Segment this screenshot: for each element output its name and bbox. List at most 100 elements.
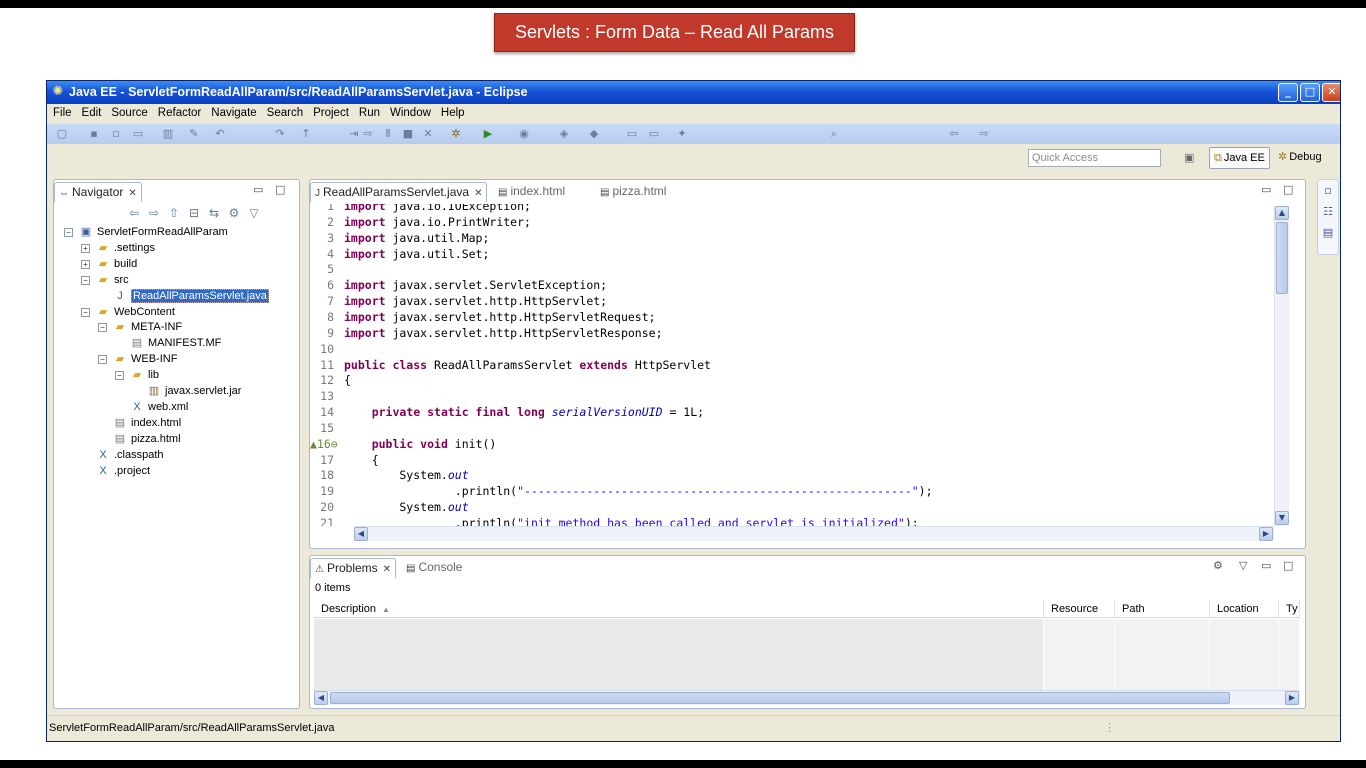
tree-item[interactable]: − ▣ ServletFormReadAllParam: [64, 224, 228, 240]
menu-refactor[interactable]: Refactor: [153, 104, 206, 119]
editor-tab[interactable]: ▤ index.html: [494, 182, 569, 202]
debug-icon[interactable]: ✲: [449, 127, 463, 141]
view-menu-icon[interactable]: ▽: [244, 206, 264, 220]
outline-icon[interactable]: ☷: [1318, 201, 1338, 222]
new-icon[interactable]: ▢: [55, 127, 69, 141]
step-into-icon[interactable]: ⇥: [347, 127, 361, 141]
java-ee-perspective-button[interactable]: ⧉ Java EE: [1209, 147, 1270, 169]
view-options-icon[interactable]: ⚙: [1213, 559, 1223, 572]
scroll-left-arrow[interactable]: ◀: [354, 527, 368, 541]
menu-window[interactable]: Window: [385, 104, 436, 119]
tree-item[interactable]: − ▰ WEB-INF: [98, 351, 177, 367]
minimize-view-icon[interactable]: ▭: [1261, 559, 1271, 572]
menu-navigate[interactable]: Navigate: [206, 104, 261, 119]
collapse-icon[interactable]: −: [98, 323, 107, 333]
open-folder-icon[interactable]: ▭: [625, 127, 639, 141]
view-menu-icon[interactable]: ▽: [1239, 559, 1247, 572]
tab-console[interactable]: ▤ Console: [402, 558, 466, 578]
editor-vertical-scrollbar[interactable]: ▲ ▼: [1274, 206, 1289, 526]
problems-horizontal-scrollbar[interactable]: ◀ ▶: [314, 690, 1300, 705]
tab-navigator[interactable]: ⇔ Navigator ✕: [54, 182, 142, 202]
quick-access-input[interactable]: Quick Access: [1028, 149, 1161, 167]
close-icon[interactable]: ✕: [128, 188, 136, 199]
search-icon[interactable]: ⌕: [827, 127, 841, 141]
maximize-button[interactable]: □: [1300, 83, 1320, 102]
tree-item[interactable]: ▤ MANIFEST.MF: [115, 335, 222, 351]
collapse-all-icon[interactable]: ⊟: [184, 206, 204, 220]
expand-icon[interactable]: +: [81, 243, 90, 253]
run-icon[interactable]: ▶: [481, 127, 495, 141]
tree-item[interactable]: ▤ pizza.html: [98, 431, 181, 447]
tree-item[interactable]: − ▰ src: [81, 272, 129, 288]
editor-horizontal-scrollbar[interactable]: ◀ ▶: [354, 526, 1274, 541]
maximize-view-icon[interactable]: □: [1283, 559, 1293, 572]
open-perspective-icon[interactable]: ▣: [1184, 151, 1198, 165]
scroll-right-arrow[interactable]: ▶: [1285, 691, 1299, 705]
task-list-icon[interactable]: ▤: [1318, 222, 1338, 243]
menu-run[interactable]: Run: [354, 104, 385, 119]
scroll-thumb[interactable]: [1276, 222, 1288, 294]
column-header-ty[interactable]: Ty: [1279, 600, 1300, 618]
close-icon[interactable]: ✕: [383, 564, 391, 575]
scroll-up-arrow[interactable]: ▲: [1275, 206, 1289, 220]
open-folder-2-icon[interactable]: ▭: [647, 127, 661, 141]
terminate-icon[interactable]: ■: [401, 127, 415, 141]
close-icon[interactable]: ✕: [474, 188, 482, 199]
tree-item[interactable]: Xweb.xml: [115, 399, 188, 415]
filter-icon[interactable]: ⚙: [224, 206, 244, 220]
collapse-icon[interactable]: −: [81, 307, 90, 317]
column-header-description[interactable]: Description ▲: [314, 600, 1044, 618]
tree-item[interactable]: − ▰ lib: [115, 367, 159, 383]
back-icon[interactable]: ⇦: [947, 127, 961, 141]
minimize-button[interactable]: _: [1278, 83, 1298, 102]
up-icon[interactable]: ⇧: [164, 206, 184, 220]
tab-problems[interactable]: ⚠ Problems ✕: [310, 558, 397, 578]
tree-item[interactable]: J ReadAllParamsServlet.java: [98, 288, 269, 304]
print-icon[interactable]: ▭: [131, 127, 145, 141]
new-web-project-icon[interactable]: ◆: [587, 127, 601, 141]
prev-annotation-icon[interactable]: ↑: [299, 127, 313, 141]
tree-item[interactable]: ▥ javax.servlet.jar: [132, 383, 242, 399]
menu-edit[interactable]: Edit: [77, 104, 107, 119]
scroll-right-arrow[interactable]: ▶: [1259, 527, 1273, 541]
tree-item[interactable]: − ▰ META-INF: [98, 319, 182, 335]
next-annotation-icon[interactable]: ↷: [273, 127, 287, 141]
forward-icon[interactable]: ⇨: [977, 127, 991, 141]
suspend-icon[interactable]: Ⅱ: [381, 127, 395, 141]
tree-item[interactable]: X .project: [81, 463, 150, 479]
editor-tab[interactable]: J ReadAllParamsServlet.java ✕: [310, 182, 488, 202]
step-over-icon[interactable]: ⇨: [361, 127, 375, 141]
maximize-editor-icon[interactable]: □: [1283, 183, 1293, 196]
minimize-view-icon[interactable]: ▭: [253, 183, 263, 196]
menu-file[interactable]: File: [47, 104, 77, 119]
expand-icon[interactable]: +: [81, 259, 90, 269]
menu-project[interactable]: Project: [308, 104, 354, 119]
scroll-left-arrow[interactable]: ◀: [314, 691, 328, 705]
restore-icon[interactable]: ▫: [1318, 180, 1338, 201]
code-editor[interactable]: 1 import java.io.IOException; 2 import java…: [310, 204, 1274, 526]
forward-icon[interactable]: ⇨: [144, 206, 164, 220]
menu-search[interactable]: Search: [262, 104, 308, 119]
collapse-icon[interactable]: −: [64, 228, 73, 237]
menu-help[interactable]: Help: [436, 104, 470, 119]
minimize-editor-icon[interactable]: ▭: [1261, 183, 1271, 196]
save-all-icon[interactable]: ▫: [109, 127, 123, 141]
toggle-mark-icon[interactable]: ✎: [187, 127, 201, 141]
tree-item[interactable]: + ▰ .settings: [81, 240, 155, 256]
menu-source[interactable]: Source: [106, 104, 152, 119]
collapse-icon[interactable]: −: [81, 275, 90, 285]
tree-item[interactable]: + ▰ build: [81, 256, 137, 272]
back-icon[interactable]: ⇦: [124, 206, 144, 220]
save-icon[interactable]: ▪: [87, 127, 101, 141]
collapse-icon[interactable]: −: [98, 355, 107, 365]
collapse-icon[interactable]: −: [115, 371, 124, 381]
sort-ascending-icon[interactable]: ▲: [382, 605, 390, 614]
link-editor-icon[interactable]: ⇆: [204, 206, 224, 220]
column-header-location[interactable]: Location: [1210, 600, 1279, 618]
new-server-icon[interactable]: ◈: [557, 127, 571, 141]
last-edit-icon[interactable]: ↶: [213, 127, 227, 141]
open-type-icon[interactable]: ▥: [161, 127, 175, 141]
column-header-path[interactable]: Path: [1115, 600, 1210, 618]
tree-item[interactable]: − ▰ WebContent: [81, 304, 175, 320]
scroll-thumb[interactable]: [330, 692, 1230, 704]
